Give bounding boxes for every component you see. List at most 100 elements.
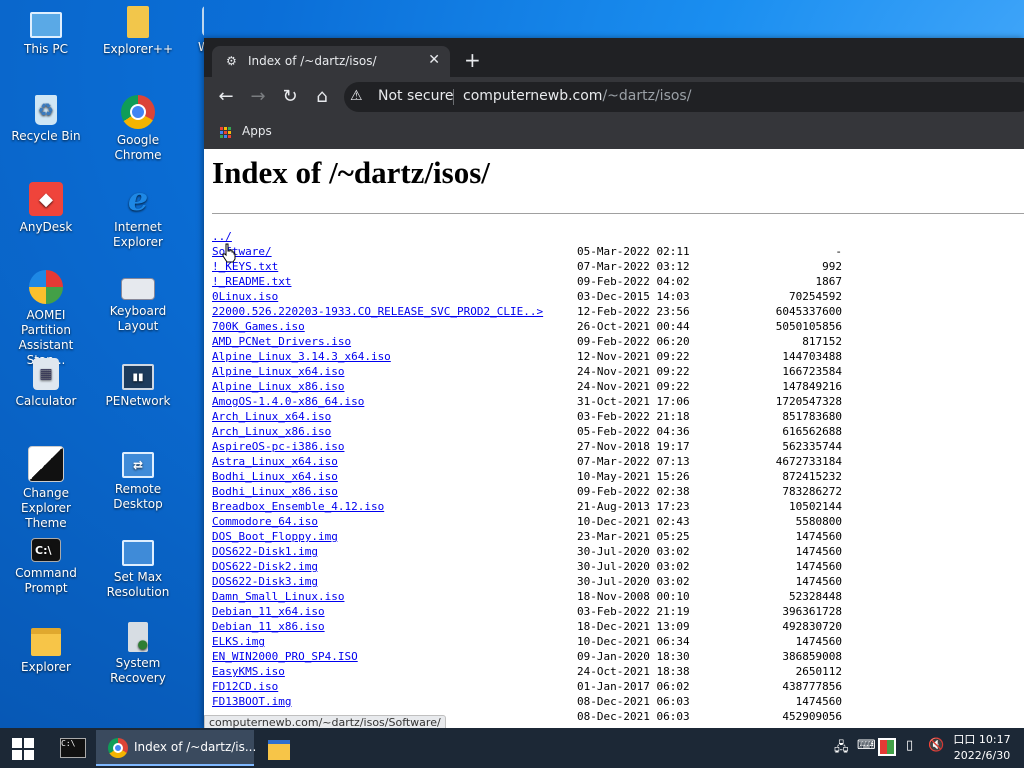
aomei-shortcut[interactable]: AOMEI Partition Assistant Stan... <box>0 270 92 368</box>
desktop-icon-label: PENetwork <box>105 394 171 408</box>
this-pc-shortcut[interactable]: This PC <box>0 6 92 57</box>
file-date: 12-Nov-2021 09:22 <box>577 350 690 363</box>
chrome-window: ⚙ Index of /~dartz/isos/ ✕ + ← → ↻ ⌂ ⚠ N… <box>204 38 1024 728</box>
desktop-icon-label: System Recovery <box>110 656 166 685</box>
file-size: 147849216 <box>782 380 842 393</box>
file-date: 09-Feb-2022 06:20 <box>577 335 690 348</box>
file-link[interactable]: EN_WIN2000_PRO_SP4.ISO <box>212 649 358 664</box>
google-chrome-shortcut[interactable]: Google Chrome <box>92 95 184 163</box>
taskbar-command-prompt[interactable]: C:\ <box>52 730 92 766</box>
file-date: 08-Dec-2021 06:03 <box>577 710 690 723</box>
file-link[interactable]: 0Linux.iso <box>212 289 278 304</box>
file-date: 09-Feb-2022 04:02 <box>577 275 690 288</box>
file-date: 08-Dec-2021 06:03 <box>577 695 690 708</box>
volume-muted-icon[interactable]: 🔇 <box>928 738 944 753</box>
file-date: 09-Jan-2020 18:30 <box>577 650 690 663</box>
change-theme-shortcut[interactable]: Change Explorer Theme <box>0 446 92 531</box>
file-link[interactable]: AspireOS-pc-i386.iso <box>212 439 344 454</box>
reload-icon: ↻ <box>282 86 298 107</box>
file-date: 07-Mar-2022 07:13 <box>577 455 690 468</box>
usb-icon[interactable]: ▯ <box>906 738 913 753</box>
file-link[interactable]: 700K_Games.iso <box>212 319 305 334</box>
apps-grid-icon[interactable] <box>220 127 232 139</box>
file-link[interactable]: 22000.526.220203-1933.CO_RELEASE_SVC_PRO… <box>212 304 543 319</box>
file-link[interactable]: FD13BOOT.img <box>212 694 291 709</box>
close-tab-button[interactable]: ✕ <box>428 52 440 68</box>
recycle-bin-shortcut[interactable]: ♻ Recycle Bin <box>0 95 92 144</box>
file-link[interactable]: FD12CD.iso <box>212 679 278 694</box>
file-size: 851783680 <box>782 410 842 423</box>
forward-button[interactable]: → <box>246 86 270 108</box>
start-button[interactable] <box>12 738 34 760</box>
system-recovery-shortcut[interactable]: ● System Recovery <box>92 622 184 686</box>
file-size: 616562688 <box>782 425 842 438</box>
new-tab-button[interactable]: + <box>464 48 481 72</box>
hand-cursor-icon <box>222 243 236 263</box>
file-link[interactable]: AmogOS-1.4.0-x86_64.iso <box>212 394 364 409</box>
file-link[interactable]: Alpine_Linux_x86.iso <box>212 379 344 394</box>
tab-active[interactable]: ⚙ Index of /~dartz/isos/ ✕ <box>212 46 450 77</box>
file-link[interactable]: Debian_11_x86.iso <box>212 619 325 634</box>
file-link[interactable]: Commodore_64.iso <box>212 514 318 529</box>
file-link[interactable]: Arch_Linux_x64.iso <box>212 409 331 424</box>
file-link[interactable]: Debian_11_x64.iso <box>212 604 325 619</box>
file-link[interactable]: Damn_Small_Linux.iso <box>212 589 344 604</box>
address-bar[interactable]: ⚠ Not secure computernewb.com/~dartz/iso… <box>344 82 1024 112</box>
back-button[interactable]: ← <box>214 86 238 108</box>
recycle-bin-icon: ♻ <box>35 95 57 125</box>
apps-bookmark[interactable]: Apps <box>242 124 272 138</box>
file-size: 1474560 <box>795 545 842 558</box>
system-clock[interactable]: 口口 10:17 2022/6/30 <box>950 732 1014 764</box>
keyboard-icon[interactable]: ⌨ <box>857 738 876 753</box>
anydesk-shortcut[interactable]: ◆ AnyDesk <box>0 182 92 235</box>
file-link[interactable]: DOS622-Disk1.img <box>212 544 318 559</box>
file-link[interactable]: Software/ <box>212 244 272 259</box>
remote-desktop-shortcut[interactable]: ⇄ Remote Desktop <box>92 446 184 512</box>
file-link[interactable]: ../ <box>212 229 232 244</box>
explorer-shortcut[interactable]: Explorer <box>0 622 92 675</box>
file-size: 1867 <box>815 275 843 288</box>
desktop-icon-label: Keyboard Layout <box>109 304 167 333</box>
url-text[interactable]: computernewb.com/~dartz/isos/ <box>463 88 691 104</box>
file-link[interactable]: Alpine_Linux_x64.iso <box>212 364 344 379</box>
reload-button[interactable]: ↻ <box>278 86 302 108</box>
file-link[interactable]: !_README.txt <box>212 274 291 289</box>
home-button[interactable]: ⌂ <box>310 86 334 108</box>
network-icon[interactable]: 🖧 <box>834 738 849 760</box>
file-link[interactable]: Alpine_Linux_3.14.3_x64.iso <box>212 349 391 364</box>
explorerpp-shortcut[interactable]: Explorer++ <box>92 6 184 57</box>
file-size: 872415232 <box>782 470 842 483</box>
folder-icon <box>268 740 290 760</box>
taskbar-explorer[interactable] <box>258 730 298 766</box>
calculator-icon: ▦ <box>33 358 59 390</box>
file-link[interactable]: DOS_Boot_Floppy.img <box>212 529 338 544</box>
color-settings-icon[interactable] <box>878 738 896 756</box>
file-link[interactable]: Bodhi_Linux_x86.iso <box>212 484 338 499</box>
command-prompt-icon: C:\ <box>60 738 86 758</box>
security-label[interactable]: Not secure <box>378 88 454 104</box>
file-link[interactable]: Astra_Linux_x64.iso <box>212 454 338 469</box>
partial-shortcut[interactable]: W <box>184 6 204 55</box>
file-link[interactable]: Arch_Linux_x86.iso <box>212 424 331 439</box>
file-date: 24-Nov-2021 09:22 <box>577 380 690 393</box>
file-date: 26-Oct-2021 00:44 <box>577 320 690 333</box>
file-link[interactable]: Breadbox_Ensemble_4.12.iso <box>212 499 384 514</box>
file-size: 166723584 <box>782 365 842 378</box>
command-prompt-shortcut[interactable]: C:\ Command Prompt <box>0 534 92 596</box>
keyboard-layout-shortcut[interactable]: Keyboard Layout <box>92 270 184 334</box>
calculator-shortcut[interactable]: ▦ Calculator <box>0 358 92 409</box>
set-max-resolution-shortcut[interactable]: Set Max Resolution <box>92 534 184 600</box>
file-link[interactable]: Bodhi_Linux_x64.iso <box>212 469 338 484</box>
status-bubble: computernewb.com/~dartz/isos/Software/ <box>204 715 446 728</box>
internet-explorer-shortcut[interactable]: e Internet Explorer <box>92 182 184 250</box>
desktop-icon-label: This PC <box>24 42 68 56</box>
file-link[interactable]: ELKS.img <box>212 634 265 649</box>
file-size: 992 <box>822 260 842 273</box>
file-link[interactable]: DOS622-Disk3.img <box>212 574 318 589</box>
anydesk-icon: ◆ <box>29 182 63 216</box>
file-link[interactable]: AMD_PCNet_Drivers.iso <box>212 334 351 349</box>
penetwork-shortcut[interactable]: ▮▮ PENetwork <box>92 358 184 409</box>
file-link[interactable]: DOS622-Disk2.img <box>212 559 318 574</box>
taskbar-chrome[interactable]: Index of /~dartz/is... <box>96 730 256 766</box>
file-link[interactable]: EasyKMS.iso <box>212 664 285 679</box>
